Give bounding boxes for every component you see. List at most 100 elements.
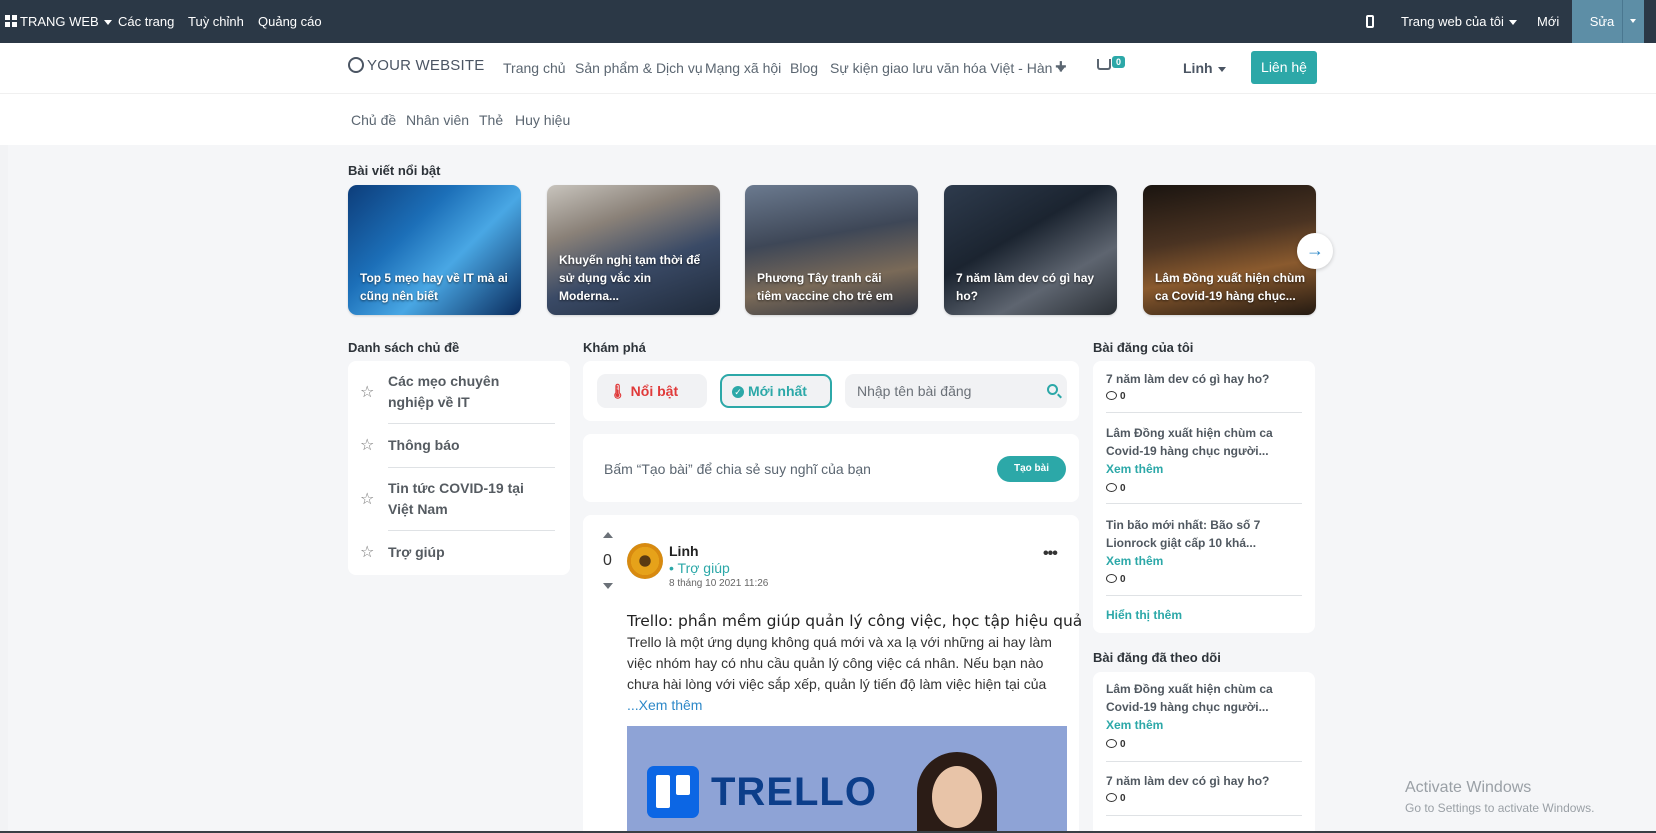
featured-card[interactable]: 7 năm làm dev có gì hay ho? [944,185,1117,315]
new-button[interactable]: Mới [1537,0,1559,43]
explore-title: Khám phá [583,340,646,355]
star-icon[interactable]: ☆ [360,542,374,563]
featured-title: Bài viết nổi bật [348,163,441,178]
followed-posts-title: Bài đăng đã theo dõi [1093,650,1221,665]
see-more-link[interactable]: Xem thêm [1106,462,1163,476]
site-menu[interactable]: TRANG WEB [5,0,112,43]
arrow-right-icon: → [1306,240,1324,260]
show-more-link[interactable]: Hiển thị thêm [1106,608,1182,622]
star-icon[interactable]: ☆ [360,435,374,456]
globe-icon [348,57,364,73]
comment-count: 0 [1106,793,1126,804]
caret-down-icon [103,20,112,26]
edit-dropdown-toggle[interactable] [1622,0,1644,43]
trello-logo-icon [647,766,699,818]
followed-post-item[interactable]: Lâm Đồng xuất hiện chùm ca Covid-19 hàng… [1106,680,1276,734]
comment-count: 0 [1106,739,1126,750]
post-body: Trello là một ứng dụng không quá mới và … [627,634,1052,692]
subnav-tags[interactable]: Thẻ [479,112,503,128]
nav-home[interactable]: Trang chủ [503,60,566,76]
activation-watermark-title: Activate Windows [1405,779,1532,796]
cart-icon[interactable] [1097,59,1111,70]
tab-newest[interactable]: ✓ Mới nhất [720,374,832,408]
vote-count: 0 [603,552,612,569]
my-post-item[interactable]: 7 năm làm dev có gì hay ho? [1106,370,1276,388]
my-posts-panel [1093,361,1315,633]
avatar[interactable] [627,543,663,579]
subnav-topics[interactable]: Chủ đề [351,112,396,128]
topic-item[interactable]: ☆ Các mẹo chuyên nghiệp về IT [360,371,548,413]
tab-hot[interactable]: 🌡 Nổi bật [597,374,707,408]
carousel-next-button[interactable]: → [1297,233,1333,269]
caret-down-icon [1508,20,1517,26]
subnav-employees[interactable]: Nhân viên [406,112,469,128]
nav-blog[interactable]: Blog [790,60,818,76]
featured-card[interactable]: Lâm Đồng xuất hiện chùm ca Covid-19 hàng… [1143,185,1316,315]
divider [1106,761,1302,762]
post-author[interactable]: Linh [669,543,699,559]
trello-wordmark: TRELLO [711,770,877,814]
divider [388,467,555,468]
search-icon[interactable] [1047,384,1058,395]
nav-social[interactable]: Mạng xã hội [705,60,781,76]
mobile-preview-button[interactable] [1366,0,1374,43]
topic-item[interactable]: ☆ Thông báo [360,435,548,456]
person-face [932,766,982,828]
post-title[interactable]: Trello: phần mềm giúp quản lý công việc,… [627,612,1082,630]
topics-panel: ☆ Các mẹo chuyên nghiệp về IT ☆ Thông báo … [348,361,570,575]
post-topic[interactable]: • Trợ giúp [669,560,730,576]
cart-count-badge: 0 [1112,56,1126,68]
mobile-phone-icon [1366,15,1374,28]
comment-icon [1106,574,1117,583]
plus-icon[interactable]: + [1055,56,1067,79]
caret-down-icon [1630,19,1636,23]
my-website-menu[interactable]: Trang web của tôi [1401,0,1517,43]
read-more-link[interactable]: ...Xem thêm [627,697,702,713]
my-post-item[interactable]: Tin bão mới nhất: Bão số 7 Lionrock giật… [1106,516,1276,570]
featured-card-title: Top 5 mẹo hay về IT mà ai cũng nên biết [360,271,508,303]
pages-menu[interactable]: Các trang [118,0,174,43]
divider [1106,595,1302,596]
comment-icon [1106,483,1117,492]
comment-count: 0 [1106,391,1126,402]
featured-card-title: 7 năm làm dev có gì hay ho? [956,271,1095,303]
see-more-link[interactable]: Xem thêm [1106,554,1163,568]
user-menu[interactable]: Linh [1183,60,1226,76]
admin-bar: TRANG WEB Các trang Tuỳ chỉnh Quảng cáo … [0,0,1656,43]
topic-item[interactable]: ☆ Tin tức COVID-19 tại Việt Nam [360,478,548,520]
post-image[interactable]: TRELLO [627,726,1067,833]
star-icon[interactable]: ☆ [360,382,374,403]
apps-grid-icon [5,15,17,27]
divider [1106,412,1302,413]
upvote-icon[interactable] [603,532,613,538]
create-post-prompt: Bấm “Tạo bài” để chia sẻ suy nghĩ của bạ… [604,461,871,477]
promote-menu[interactable]: Quảng cáo [258,0,322,43]
more-options-icon[interactable]: ••• [1043,545,1058,563]
post-search-input[interactable] [857,381,1037,401]
featured-card[interactable]: Khuyến nghị tạm thời để sử dụng vắc xin … [547,185,720,315]
site-logo[interactable]: YOUR WEBSITE [348,57,484,74]
star-icon[interactable]: ☆ [360,489,374,510]
topics-title: Danh sách chủ đề [348,340,460,355]
post-search-box [845,374,1067,408]
nav-products[interactable]: Sản phẩm & Dịch vụ [575,60,703,76]
customize-menu[interactable]: Tuỳ chỉnh [188,0,244,43]
divider [1106,815,1302,816]
comment-icon [1106,793,1117,802]
downvote-icon[interactable] [603,583,613,589]
comment-count: 0 [1106,483,1126,494]
comment-count: 0 [1106,574,1126,585]
subnav-badges[interactable]: Huy hiệu [515,112,570,128]
featured-card-title: Khuyến nghị tạm thời để sử dụng vắc xin … [559,253,701,303]
featured-card[interactable]: Phương Tây tranh cãi tiêm vaccine cho tr… [745,185,918,315]
nav-events[interactable]: Sự kiện giao lưu văn hóa Việt - Hàn [830,60,1066,76]
topic-item[interactable]: ☆ Trợ giúp [360,542,548,563]
featured-card[interactable]: Top 5 mẹo hay về IT mà ai cũng nên biết [348,185,521,315]
divider [388,423,555,424]
followed-post-item[interactable]: 7 năm làm dev có gì hay ho? [1106,772,1276,790]
create-post-button[interactable]: Tạo bài [997,456,1066,482]
see-more-link[interactable]: Xem thêm [1106,718,1163,732]
caret-down-icon [1217,66,1226,72]
contact-button[interactable]: Liên hệ [1251,51,1317,84]
my-post-item[interactable]: Lâm Đồng xuất hiện chùm ca Covid-19 hàng… [1106,424,1276,478]
